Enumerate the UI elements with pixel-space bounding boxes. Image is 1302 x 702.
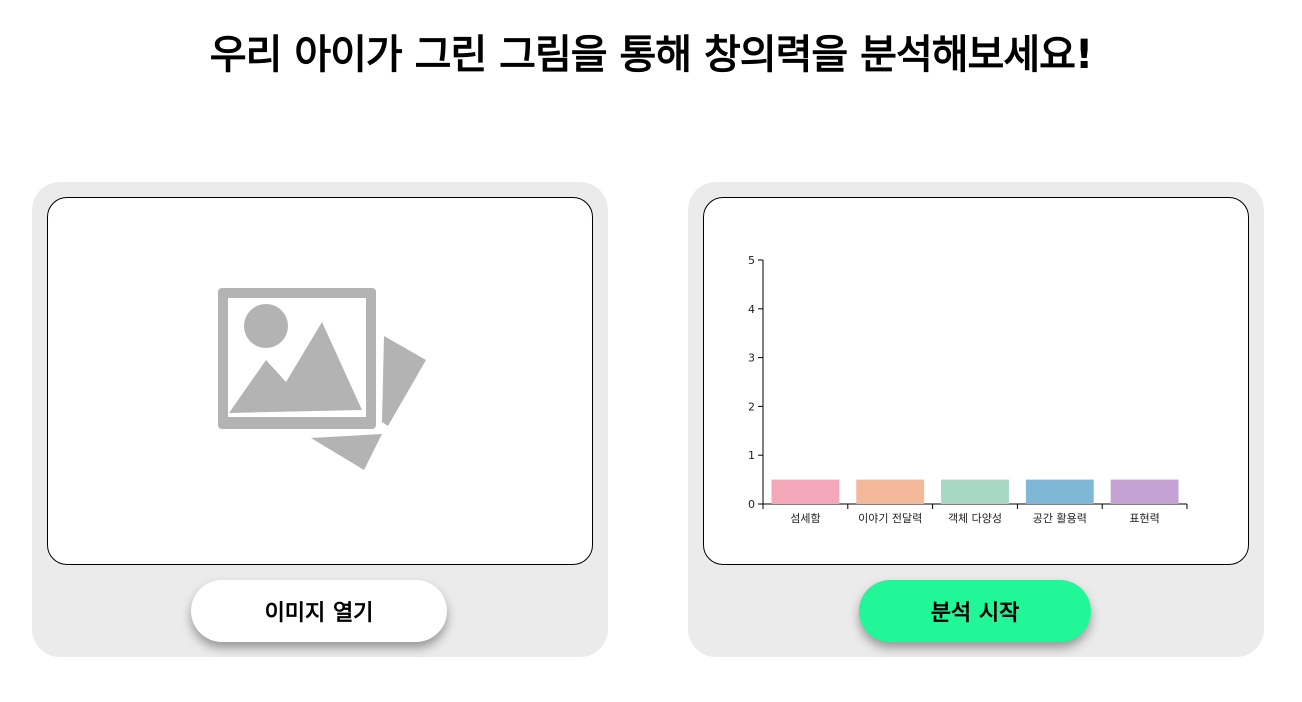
y-tick-label: 2 <box>748 400 755 413</box>
x-tick-label: 이야기 전달력 <box>858 512 922 525</box>
x-tick-label: 공간 활용력 <box>1033 511 1087 525</box>
creativity-bar-chart: 0 1 2 3 4 5 섬세함 이야기 전달력 객체 다양성 공간 활용력 표현력 <box>748 254 1188 525</box>
chart-frame: 0 1 2 3 4 5 섬세함 이야기 전달력 객체 다양성 공간 활용력 표현력 <box>703 197 1249 565</box>
analysis-panel: 0 1 2 3 4 5 섬세함 이야기 전달력 객체 다양성 공간 활용력 표현력 분석 시작 <box>688 182 1264 657</box>
x-tick-label: 표현력 <box>1129 512 1159 525</box>
image-preview-frame <box>47 197 593 565</box>
page-title: 우리 아이가 그린 그림을 통해 창의력을 분석해보세요! <box>209 32 1093 78</box>
image-placeholder-icon <box>218 288 426 470</box>
y-tick-label: 1 <box>748 449 755 462</box>
bar <box>856 479 925 504</box>
bar <box>941 479 1009 504</box>
y-tick-label: 4 <box>748 303 755 316</box>
y-tick-label: 0 <box>748 498 755 511</box>
x-tick-label: 섬세함 <box>790 512 820 525</box>
bar <box>1110 479 1179 504</box>
bar <box>771 479 840 504</box>
start-analysis-button[interactable]: 분석 시작 <box>859 580 1091 642</box>
bar <box>1025 479 1094 504</box>
y-tick-label: 3 <box>748 352 755 365</box>
x-tick-label: 객체 다양성 <box>948 512 1002 525</box>
open-image-button[interactable]: 이미지 열기 <box>191 580 447 642</box>
y-tick-label: 5 <box>748 254 755 267</box>
image-panel: 이미지 열기 <box>32 182 608 657</box>
